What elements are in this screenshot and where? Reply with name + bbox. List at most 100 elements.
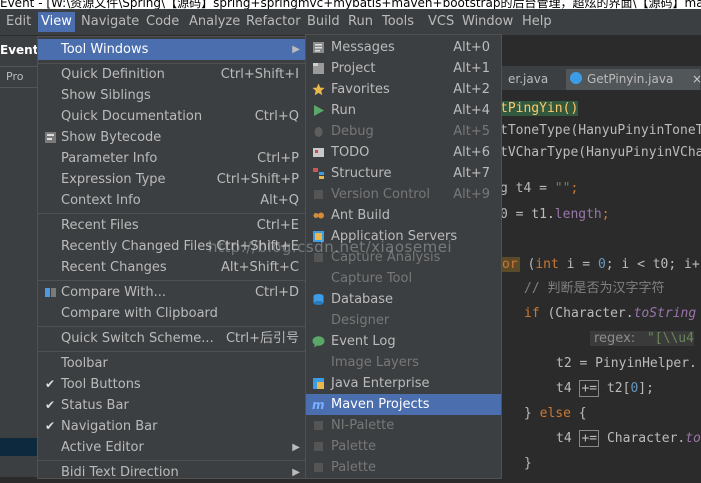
menu-item-label: Favorites	[331, 82, 390, 97]
menu-item-label: Context Info	[61, 193, 141, 208]
menu-window[interactable]: Window	[462, 12, 513, 32]
view-menu-quick-definition[interactable]: Quick Definition Ctrl+Shift+I	[38, 64, 306, 85]
menu-vcs[interactable]: VCS	[428, 12, 454, 32]
menu-item-label: Project	[331, 61, 376, 76]
watermark-text: http://blog.csdn.net/xiaosemei	[208, 238, 453, 256]
tw-project[interactable]: Project Alt+1	[306, 58, 501, 79]
view-menu-compare-with-clipboard[interactable]: Compare with Clipboard	[38, 303, 306, 324]
view-menu-recent-files[interactable]: Recent Files Ctrl+E	[38, 215, 306, 236]
tab-er-java[interactable]: er.java	[508, 69, 548, 90]
code-line-3: tVCharType(HanyuPinyinVCha	[500, 142, 701, 164]
view-menu-tool-windows[interactable]: Tool Windows ▶	[38, 39, 306, 60]
submenu-arrow-icon: ▶	[292, 467, 300, 478]
project-tab[interactable]: Pro	[0, 66, 38, 88]
menu-item-shortcut: Alt+7	[453, 166, 490, 181]
tab-getpinyin-java[interactable]: GetPinyin.java ×	[566, 69, 701, 90]
event-label: Event	[0, 43, 39, 57]
view-menu-show-bytecode[interactable]: Show Bytecode	[38, 127, 306, 148]
code-text: (	[519, 257, 536, 272]
code-text: }	[524, 456, 532, 471]
tw-todo[interactable]: TODO Alt+6	[306, 142, 501, 163]
menu-edit[interactable]: Edit	[6, 12, 31, 32]
tw-debug[interactable]: Debug Alt+5	[306, 121, 501, 142]
view-menu-show-siblings[interactable]: Show Siblings	[38, 85, 306, 106]
tw-favorites[interactable]: Favorites Alt+2	[306, 79, 501, 100]
menu-help[interactable]: Help	[522, 12, 552, 32]
code-line-6: or (int i = 0; i < t0; i+	[500, 254, 700, 276]
view-menu-status-bar[interactable]: ✔ Status Bar	[38, 395, 306, 416]
project-icon	[313, 63, 324, 74]
menu-item-label: Event Log	[331, 334, 396, 349]
menu-item-shortcut: Alt+2	[453, 82, 490, 97]
checkmark-icon: ✔	[45, 377, 56, 391]
menu-item-shortcut: Ctrl+D	[254, 285, 299, 300]
view-menu-recent-changes[interactable]: Recent Changes Alt+Shift+C	[38, 257, 306, 278]
code-line-13: t4 += Character.to	[556, 428, 701, 450]
parameter-hint: regex:	[590, 331, 640, 346]
menu-refactor[interactable]: Refactor	[246, 12, 301, 32]
code-line-11: t4 += t2[0];	[556, 378, 654, 400]
star-icon	[312, 83, 325, 96]
code-line-8: if (Character.toString	[524, 303, 696, 325]
menu-build[interactable]: Build	[307, 12, 340, 32]
menu-item-shortcut: Alt+1	[453, 61, 490, 76]
view-menu-bidi-text-direction[interactable]: Bidi Text Direction ▶	[38, 462, 306, 483]
code-text: t2 = PinyinHelper.	[556, 356, 697, 371]
code-line-10: t2 = PinyinHelper.	[556, 353, 697, 375]
tw-maven-projects[interactable]: m Maven Projects	[306, 394, 501, 415]
code-text: }	[524, 406, 540, 421]
code-line-7: // 判断是否为汉字字符	[524, 278, 664, 300]
menu-run[interactable]: Run	[348, 12, 373, 32]
menu-item-shortcut: Ctrl+Shift+P	[216, 172, 299, 187]
menu-item-label: Recent Files	[61, 218, 139, 233]
submenu-arrow-icon: ▶	[292, 44, 300, 55]
tw-designer[interactable]: Designer	[306, 310, 501, 331]
code-operator: +=	[579, 380, 600, 397]
tw-version-control[interactable]: Version Control Alt+9	[306, 184, 501, 205]
view-menu-quick-documentation[interactable]: Quick Documentation Ctrl+Q	[38, 106, 306, 127]
menu-tools[interactable]: Tools	[382, 12, 414, 32]
code-text: ; i < t0; i+	[605, 257, 700, 272]
view-menu-expression-type[interactable]: Expression Type Ctrl+Shift+P	[38, 169, 306, 190]
tw-palette-2[interactable]: Palette	[306, 457, 501, 478]
tw-java-enterprise[interactable]: Java Enterprise	[306, 373, 501, 394]
tw-run[interactable]: Run Alt+4	[306, 100, 501, 121]
code-string: ""	[554, 181, 571, 196]
menu-code[interactable]: Code	[146, 12, 179, 32]
menu-view[interactable]: View	[38, 12, 75, 32]
tw-palette[interactable]: Palette	[306, 436, 501, 457]
window-title-text: Event - [W:\资源文件\Spring\【源码】spring+sprin…	[0, 0, 701, 9]
view-menu-toolbar[interactable]: Toolbar	[38, 353, 306, 374]
submenu-arrow-icon: ▶	[292, 442, 300, 453]
view-menu-compare-with[interactable]: Compare With... Ctrl+D	[38, 282, 306, 303]
editor-tab-bar: er.java GetPinyin.java ×	[500, 66, 701, 90]
tw-capture-tool[interactable]: Capture Tool	[306, 268, 501, 289]
tw-database[interactable]: Database	[306, 289, 501, 310]
menu-item-label: Active Editor	[61, 440, 144, 455]
tw-ant-build[interactable]: Ant Build	[306, 205, 501, 226]
selected-row	[0, 438, 38, 456]
svg-text:m: m	[312, 398, 325, 411]
menu-navigate[interactable]: Navigate	[81, 12, 139, 32]
code-field: length	[554, 207, 602, 222]
code-operator: +=	[579, 430, 600, 447]
tw-ni-palette[interactable]: NI-Palette	[306, 415, 501, 436]
view-menu-quick-switch-scheme[interactable]: Quick Switch Scheme... Ctrl+后引号	[38, 328, 306, 349]
view-menu-context-info[interactable]: Context Info Alt+Q	[38, 190, 306, 211]
view-menu-tool-buttons[interactable]: ✔ Tool Buttons	[38, 374, 306, 395]
tw-structure[interactable]: Structure Alt+7	[306, 163, 501, 184]
menu-analyze[interactable]: Analyze	[189, 12, 240, 32]
view-menu-active-editor[interactable]: Active Editor ▶	[38, 437, 306, 458]
view-menu: Tool Windows ▶ Quick Definition Ctrl+Shift…	[37, 36, 307, 480]
code-text: tToneType(HanyuPinyinToneT	[500, 123, 701, 138]
checkmark-icon: ✔	[45, 398, 56, 412]
menu-item-shortcut: Alt+Q	[260, 193, 299, 208]
tw-event-log[interactable]: Event Log	[306, 331, 501, 352]
tw-messages[interactable]: Messages Alt+0	[306, 37, 501, 58]
close-icon[interactable]: ×	[692, 69, 701, 90]
tw-image-layers[interactable]: Image Layers	[306, 352, 501, 373]
code-text: i =	[558, 257, 598, 272]
view-menu-navigation-bar[interactable]: ✔ Navigation Bar	[38, 416, 306, 437]
view-menu-parameter-info[interactable]: Parameter Info Ctrl+P	[38, 148, 306, 169]
code-editor[interactable]: tPingYin() tToneType(HanyuPinyinToneT tV…	[500, 92, 701, 477]
